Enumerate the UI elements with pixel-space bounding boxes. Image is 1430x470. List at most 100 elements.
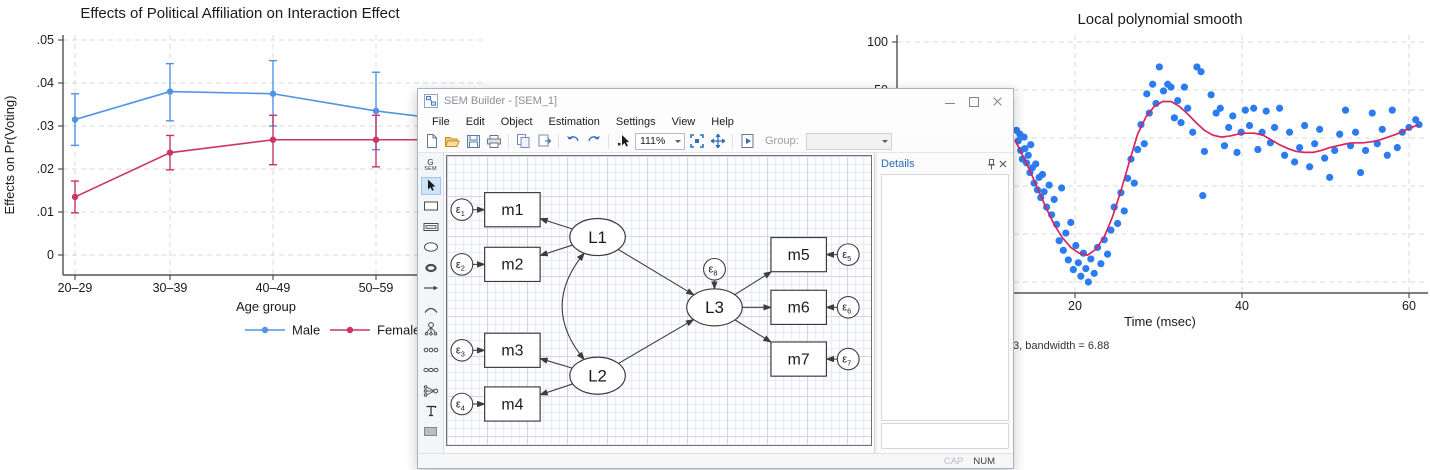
path-L2-m4[interactable] (540, 384, 573, 395)
menu-view[interactable]: View (664, 115, 704, 129)
path-L2-m3[interactable] (540, 359, 572, 369)
scatter-point (1149, 81, 1156, 88)
scatter-point (1171, 114, 1178, 121)
add-area-tool[interactable] (421, 423, 441, 441)
add-text-tool[interactable] (421, 402, 441, 420)
scatter-point (1189, 129, 1196, 136)
gsem-mode-toggle[interactable]: G SEM (421, 156, 441, 174)
menu-settings[interactable]: Settings (608, 115, 664, 129)
diagram-canvas[interactable]: ε1ε2ε3ε4m1m2m3m4L1L2L3ε8m5m6m7ε5ε6ε7 (446, 155, 872, 446)
add-measurement-component-tool[interactable] (421, 320, 441, 338)
desktop: 0.01.02.03.04.0520–2930–3940–4950–59Effe… (0, 0, 1430, 470)
scatter-point (1041, 188, 1048, 195)
pin-icon[interactable] (985, 158, 997, 170)
toolbar-separator (608, 134, 609, 149)
details-close-icon[interactable] (997, 158, 1009, 170)
sem-node-label-L1: L1 (588, 228, 607, 247)
close-button[interactable] (993, 96, 1003, 106)
toolbar-separator (732, 134, 733, 149)
path-L3-m5[interactable] (735, 272, 772, 295)
add-latent-variable-tool[interactable] (421, 238, 441, 256)
select-tool-button[interactable] (614, 132, 632, 150)
three-ovals-icon (423, 366, 439, 374)
left-chart-svg: 0.01.02.03.04.0520–2930–3940–4950–59Effe… (0, 0, 482, 352)
menu-help[interactable]: Help (703, 115, 742, 129)
menu-file[interactable]: File (424, 115, 458, 129)
menu-estimation[interactable]: Estimation (541, 115, 608, 129)
sem-node-label-m6: m6 (788, 300, 810, 317)
add-generalized-response-tool[interactable] (421, 218, 441, 236)
menu-object[interactable]: Object (493, 115, 541, 129)
scatter-point (1233, 149, 1240, 156)
sem-builder-app-icon (424, 94, 438, 108)
add-observed-set-tool[interactable] (421, 341, 441, 359)
sem-builder-window: SEM Builder - [SEM_1] FileEditObjectEsti… (417, 88, 1014, 469)
scatter-point (1051, 196, 1058, 203)
scatter-point (1062, 229, 1069, 236)
estimate-button[interactable] (738, 132, 756, 150)
scatter-point (1114, 220, 1121, 227)
add-covariance-tool[interactable] (421, 300, 441, 318)
scatter-point (1072, 242, 1079, 249)
add-latent-set-tool[interactable] (421, 361, 441, 379)
minimize-button[interactable] (945, 96, 955, 106)
open-file-button[interactable] (443, 132, 461, 150)
path-L3-m7[interactable] (735, 320, 771, 342)
male-marker (373, 108, 379, 114)
legend-label: Male (292, 323, 320, 338)
scatter-point (1039, 171, 1046, 178)
scatter-point (1143, 90, 1150, 97)
print-button[interactable] (485, 132, 503, 150)
select-tool[interactable] (421, 177, 441, 195)
scatter-point (1331, 147, 1338, 154)
details-header: Details (881, 156, 1009, 172)
scatter-point (1271, 124, 1278, 131)
copy-button[interactable] (514, 132, 532, 150)
fit-to-window-button[interactable] (688, 132, 706, 150)
zoom-level-value: 111% (640, 135, 665, 147)
path-L1-m2[interactable] (540, 245, 572, 255)
path-L1-m1[interactable] (540, 219, 572, 229)
zoom-level-combobox[interactable]: 111% (635, 133, 685, 150)
covariance-arc-L1-L2[interactable] (562, 253, 584, 359)
undo-button[interactable] (564, 132, 582, 150)
sem-node-label-m1: m1 (501, 202, 523, 219)
sem-diagram: ε1ε2ε3ε4m1m2m3m4L1L2L3ε8m5m6m7ε5ε6ε7 (447, 156, 871, 445)
path-L2-L3[interactable] (618, 320, 693, 364)
scatter-point (1326, 174, 1333, 181)
path-L1-L3[interactable] (618, 249, 694, 294)
scatter-point (1121, 207, 1128, 214)
scatter-point (1254, 146, 1261, 153)
scatter-point (1060, 247, 1067, 254)
new-file-button[interactable] (422, 132, 440, 150)
scatter-point (1141, 140, 1148, 147)
left-chart: 0.01.02.03.04.0520–2930–3940–4950–59Effe… (0, 0, 482, 357)
pan-tool-button[interactable] (709, 132, 727, 150)
scatter-point (1058, 184, 1065, 191)
male-marker (72, 116, 78, 122)
area-icon (423, 426, 438, 437)
paste-button[interactable] (535, 132, 553, 150)
title-bar: SEM Builder - [SEM_1] (418, 89, 1013, 113)
sem-node-label-m2: m2 (501, 257, 523, 274)
legend-marker (347, 327, 353, 333)
add-observed-variable-tool[interactable] (421, 197, 441, 215)
scatter-point (1091, 270, 1098, 277)
save-button[interactable] (464, 132, 482, 150)
menu-edit[interactable]: Edit (458, 115, 493, 129)
maximize-button[interactable] (969, 96, 979, 106)
group-combobox[interactable] (806, 133, 892, 150)
add-multilevel-latent-tool[interactable] (421, 259, 441, 277)
female-marker (373, 137, 379, 143)
redo-button[interactable] (585, 132, 603, 150)
regression-icon (423, 385, 439, 397)
scatter-point (1217, 105, 1224, 112)
y-tick-label: 0 (47, 248, 54, 262)
scatter-point (1020, 133, 1027, 140)
scatter-point (1379, 126, 1386, 133)
add-path-tool[interactable] (421, 279, 441, 297)
scatter-point (1077, 273, 1084, 280)
add-regression-component-tool[interactable] (421, 382, 441, 400)
scatter-point (1384, 152, 1391, 159)
num-lock-indicator: NUM (973, 456, 995, 467)
